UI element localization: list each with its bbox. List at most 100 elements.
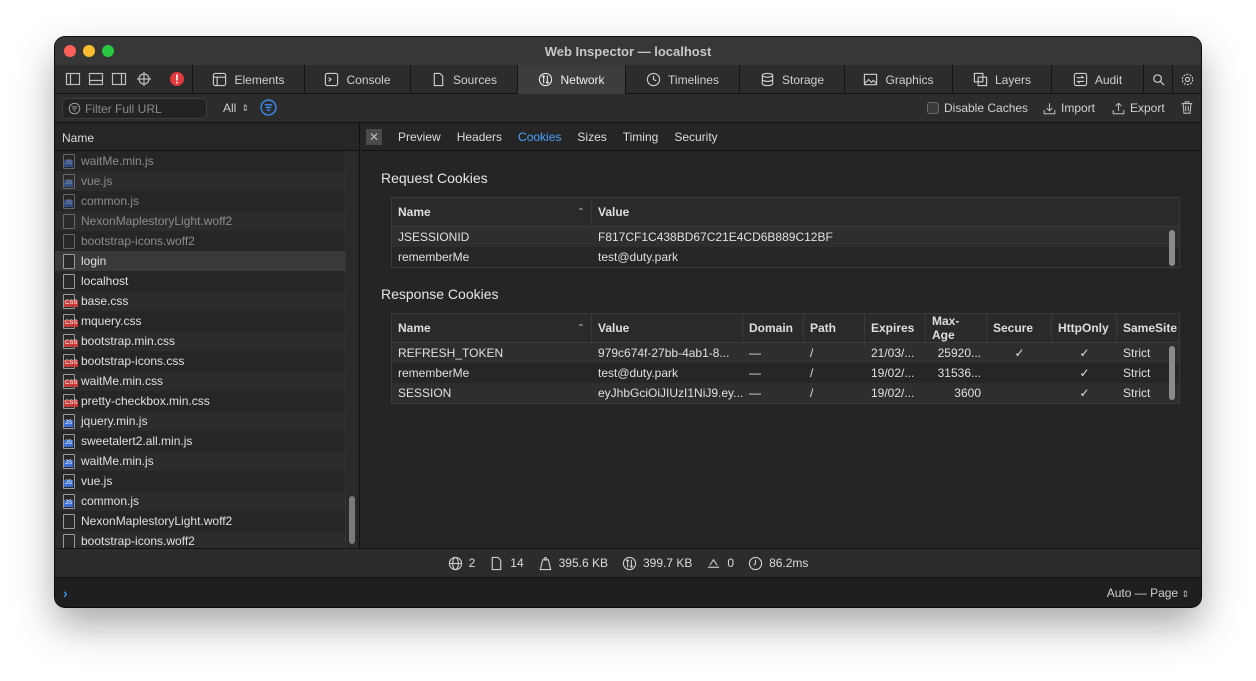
tab-storage[interactable]: Storage: [739, 65, 844, 94]
sources-icon: [433, 72, 444, 87]
request-cookies-title: Request Cookies: [381, 170, 488, 186]
list-item[interactable]: localhost: [55, 271, 345, 291]
scroll-thumb[interactable]: [1169, 346, 1175, 400]
subtab-preview[interactable]: Preview: [398, 130, 441, 144]
table-row[interactable]: rememberMe test@duty.park: [392, 247, 1179, 267]
list-item[interactable]: CSS bootstrap-icons.css: [55, 351, 345, 371]
tab-graphics[interactable]: Graphics: [844, 65, 952, 94]
table-row[interactable]: SESSION eyJhbGciOiJIUzI1NiJ9.ey... — / 19/02…: [392, 383, 1179, 403]
audit-icon: [1073, 72, 1087, 87]
list-item[interactable]: CSS pretty-checkbox.min.css: [55, 391, 345, 411]
subtab-sizes[interactable]: Sizes: [577, 130, 606, 144]
dock-bottom-icon[interactable]: [87, 70, 105, 88]
name-column-header[interactable]: Name: [55, 123, 359, 151]
document-icon: [63, 273, 75, 289]
table-row[interactable]: REFRESH_TOKEN 979c674f-27bb-4ab1-8... — / 21…: [392, 343, 1179, 363]
disable-caches-toggle[interactable]: Disable Caches: [927, 101, 1028, 115]
column-header-expires[interactable]: Expires: [865, 314, 926, 342]
subtab-timing[interactable]: Timing: [623, 130, 659, 144]
list-item[interactable]: JS common.js: [55, 491, 345, 511]
redirects-stat: 0: [706, 556, 734, 571]
column-header-httponly[interactable]: HttpOnly: [1052, 314, 1117, 342]
console-icon: [325, 72, 339, 87]
resource-type-select[interactable]: All ⇕: [223, 101, 249, 115]
list-item[interactable]: bootstrap-icons.woff2: [55, 231, 345, 251]
table-body: JSESSIONID F817CF1C438BD67C21E4CD6B889C12…: [392, 227, 1179, 267]
table-scrollbar[interactable]: [1167, 344, 1177, 404]
list-item[interactable]: bootstrap-icons.woff2: [55, 531, 345, 548]
tab-network[interactable]: Network: [517, 65, 625, 94]
tab-elements[interactable]: Elements: [192, 65, 304, 94]
scroll-thumb[interactable]: [349, 496, 355, 544]
css-file-icon: CSS: [63, 333, 79, 349]
checkbox[interactable]: [927, 102, 939, 114]
subtab-security[interactable]: Security: [674, 130, 717, 144]
search-button[interactable]: [1143, 65, 1172, 94]
css-file-icon: CSS: [63, 393, 79, 409]
filter-url-field[interactable]: [62, 98, 207, 119]
file-name: sweetalert2.all.min.js: [81, 434, 193, 448]
list-item[interactable]: JS waitMe.min.js: [55, 451, 345, 471]
list-item[interactable]: JS waitMe.min.js: [55, 151, 345, 171]
list-item[interactable]: CSS waitMe.min.css: [55, 371, 345, 391]
list-item[interactable]: JS vue.js: [55, 471, 345, 491]
column-header-path[interactable]: Path: [804, 314, 865, 342]
clear-button[interactable]: [1180, 100, 1194, 115]
dock-right-icon[interactable]: [110, 70, 128, 88]
column-header-value[interactable]: Value: [592, 198, 1179, 226]
column-header-domain[interactable]: Domain: [743, 314, 804, 342]
list-item[interactable]: NexonMaplestoryLight.woff2: [55, 511, 345, 531]
tab-sources[interactable]: Sources: [410, 65, 517, 94]
execution-context-select[interactable]: Auto — Page ⇕: [1107, 586, 1189, 600]
css-file-icon: CSS: [63, 353, 79, 369]
column-header-name[interactable]: Name ⌃: [392, 198, 592, 226]
table-row[interactable]: JSESSIONID F817CF1C438BD67C21E4CD6B889C12…: [392, 227, 1179, 247]
file-name: pretty-checkbox.min.css: [81, 394, 210, 408]
list-item[interactable]: JS vue.js: [55, 171, 345, 191]
globe-icon: [448, 556, 462, 570]
tab-audit[interactable]: Audit: [1051, 65, 1143, 94]
filter-url-input[interactable]: [85, 101, 200, 116]
tab-timelines[interactable]: Timelines: [625, 65, 739, 94]
inspect-element-icon[interactable]: [135, 70, 153, 88]
subtab-cookies[interactable]: Cookies: [518, 130, 561, 144]
list-item[interactable]: login: [55, 251, 345, 271]
timelines-icon: [646, 72, 661, 87]
quick-console[interactable]: › Auto — Page ⇕: [55, 577, 1201, 607]
js-file-icon: JS: [63, 413, 75, 429]
file-name: localhost: [81, 274, 129, 288]
resource-list-scrollbar[interactable]: [345, 151, 357, 548]
list-item[interactable]: JS sweetalert2.all.min.js: [55, 431, 345, 451]
column-header-secure[interactable]: Secure: [987, 314, 1052, 342]
error-indicator-icon[interactable]: [168, 70, 186, 88]
file-name: bootstrap-icons.woff2: [81, 534, 195, 548]
table-cell: JSESSIONID: [398, 230, 470, 244]
export-button[interactable]: Export: [1112, 101, 1165, 115]
list-item[interactable]: CSS bootstrap.min.css: [55, 331, 345, 351]
dock-left-icon[interactable]: [64, 70, 82, 88]
close-detail-button[interactable]: ✕: [366, 128, 382, 145]
import-button[interactable]: Import: [1043, 101, 1095, 115]
column-header-samesite[interactable]: SameSite: [1117, 314, 1177, 342]
table-scrollbar[interactable]: [1167, 228, 1177, 268]
table-cell: test@duty.park: [598, 366, 678, 380]
list-item[interactable]: JS jquery.min.js: [55, 411, 345, 431]
list-item[interactable]: CSS base.css: [55, 291, 345, 311]
list-item[interactable]: JS common.js: [55, 191, 345, 211]
file-name: vue.js: [81, 474, 113, 488]
column-header-name[interactable]: Name ⌃: [392, 314, 592, 342]
settings-button[interactable]: [1172, 65, 1201, 94]
list-item[interactable]: NexonMaplestoryLight.woff2: [55, 211, 345, 231]
table-cell: 25920...: [937, 346, 981, 360]
column-header-max-age[interactable]: Max-Age: [926, 314, 987, 342]
table-row[interactable]: rememberMe test@duty.park — / 19/02/... 31536…: [392, 363, 1179, 383]
scroll-thumb[interactable]: [1169, 230, 1175, 266]
list-item[interactable]: CSS mquery.css: [55, 311, 345, 331]
subtab-headers[interactable]: Headers: [457, 130, 502, 144]
group-by-button[interactable]: [260, 99, 277, 116]
tab-layers[interactable]: Layers: [952, 65, 1051, 94]
font-file-icon: [63, 213, 75, 229]
tab-console[interactable]: Console: [304, 65, 410, 94]
document-icon: [491, 556, 502, 570]
column-header-value[interactable]: Value: [592, 314, 743, 342]
